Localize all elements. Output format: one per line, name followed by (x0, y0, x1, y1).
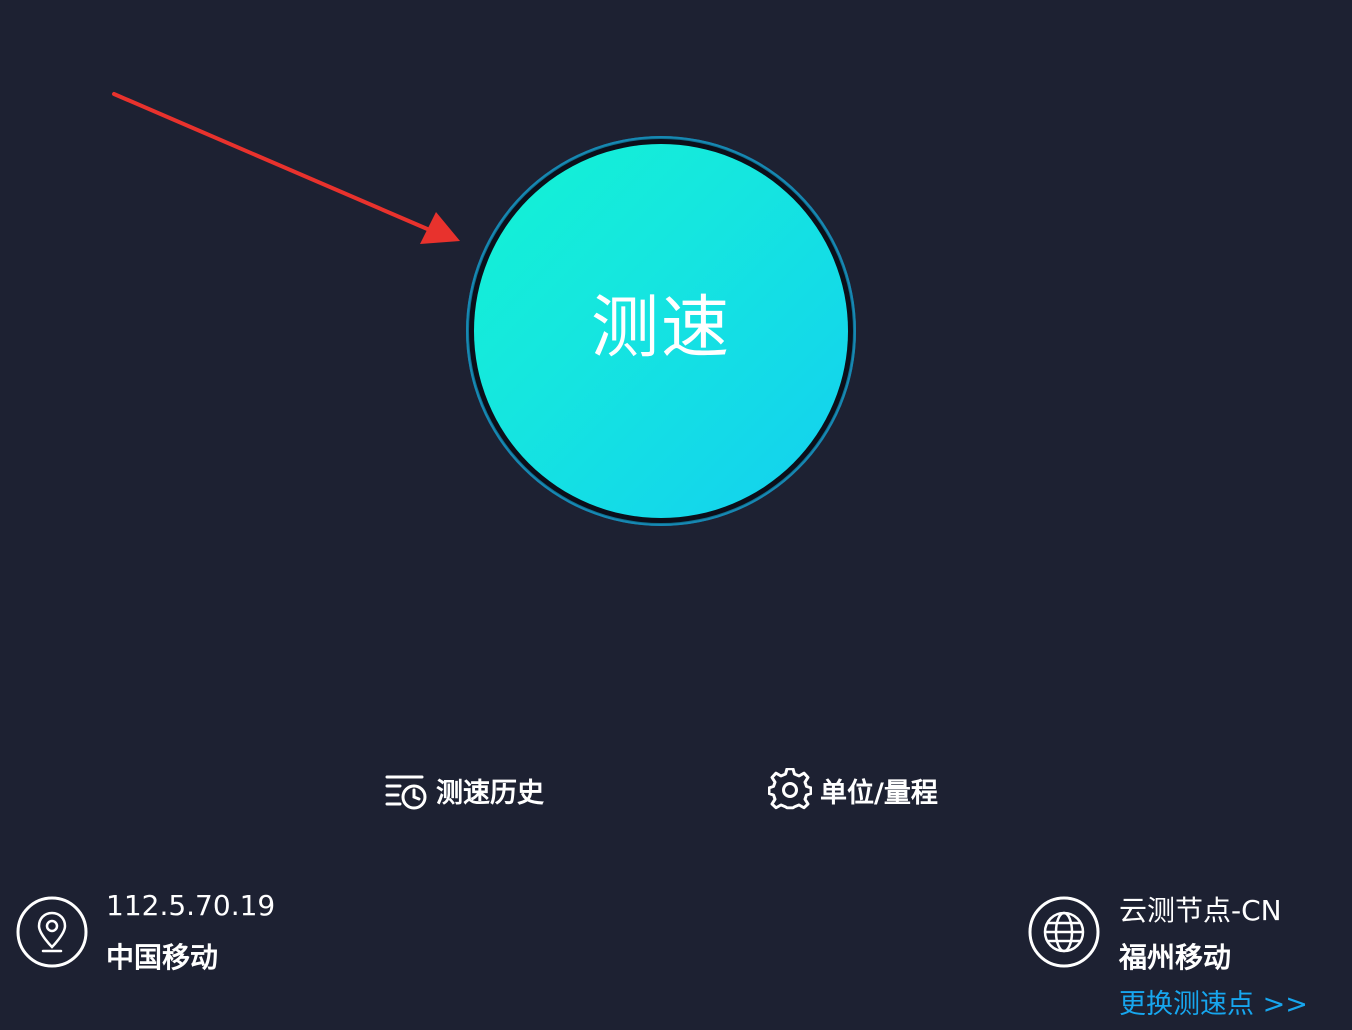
start-speedtest-button[interactable]: 测速 (474, 144, 848, 518)
globe-icon (1027, 895, 1101, 969)
units-range-label: 单位/量程 (820, 777, 938, 809)
start-button-label: 测速 (590, 288, 731, 368)
start-button-ring: 测速 (466, 136, 856, 526)
gear-icon (767, 767, 813, 812)
server-node-name: 云测节点-CN (1119, 894, 1282, 927)
change-server-link[interactable]: 更换测速点 >> (1119, 982, 1308, 1021)
client-isp: 中国移动 (106, 941, 219, 974)
units-range-button[interactable]: 单位/量程 (767, 764, 938, 816)
location-pin-icon (15, 895, 89, 969)
client-ip: 112.5.70.19 (106, 889, 276, 922)
history-label: 测速历史 (436, 777, 544, 809)
history-clock-icon (384, 768, 428, 812)
history-button[interactable]: 测速历史 (384, 764, 544, 816)
server-isp: 福州移动 (1119, 941, 1232, 974)
